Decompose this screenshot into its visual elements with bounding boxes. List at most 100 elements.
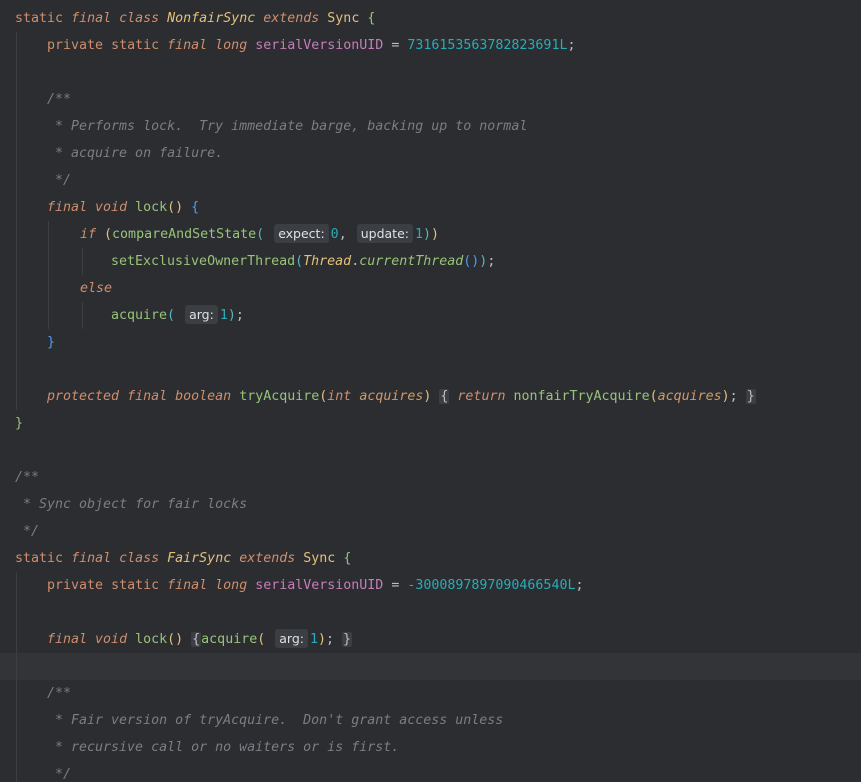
method-call: nonfairTryAcquire [513,389,650,404]
paren: ( [649,389,658,404]
number-literal: 0 [330,227,339,242]
keyword: extends [263,11,320,26]
number-literal: 1 [414,227,423,242]
keyword: boolean [175,389,232,404]
paren: ) [721,389,730,404]
paren: ) [431,227,440,242]
code-line[interactable]: /** [0,680,861,707]
code-line[interactable]: */ [0,518,861,545]
keyword: static [111,38,160,53]
indent-guide [16,626,17,653]
method-name: lock [135,632,168,647]
parens: () [463,254,480,269]
method-call: acquire [111,308,168,323]
class-name: FairSync [167,551,232,566]
class-name: Sync [327,11,360,26]
folded-brace[interactable]: } [342,632,353,647]
paren: ) [318,632,327,647]
class-name: NonfairSync [167,11,256,26]
code-line[interactable]: if (compareAndSetState( expect: 0, update… [0,221,861,248]
doc-comment: */ [47,173,72,188]
operator: = [383,38,408,53]
doc-comment: /** [47,92,72,107]
indent-guide [16,113,17,140]
keyword: extends [239,551,296,566]
code-line[interactable]: /** [0,464,861,491]
code-line[interactable]: protected final boolean tryAcquire (int a… [0,383,861,410]
code-line[interactable]: final void lock() { [0,194,861,221]
doc-comment: * Fair version of tryAcquire. Don't gran… [47,713,504,728]
code-line[interactable]: * recursive call or no waiters or is fir… [0,734,861,761]
code-line[interactable] [0,356,861,383]
current-line[interactable] [0,653,861,680]
class-name: Thread [303,254,352,269]
code-line[interactable]: * Sync object for fair locks [0,491,861,518]
keyword: static [15,551,64,566]
indent-guide [16,707,17,734]
code-line[interactable]: */ [0,167,861,194]
folded-brace[interactable]: { [191,632,202,647]
code-line[interactable]: /** [0,86,861,113]
code-line[interactable]: * acquire on failure. [0,140,861,167]
keyword: void [95,200,128,215]
keyword: return [457,389,506,404]
parens: () [167,632,184,647]
dot: . [351,254,360,269]
indent-guide [16,59,17,86]
code-line[interactable]: private static final long serialVersionU… [0,572,861,599]
parameter-hint: update: [356,224,413,243]
number-literal: -3000897897090466540L [407,578,576,593]
method-name: tryAcquire [239,389,320,404]
semicolon: ; [235,308,244,323]
code-line[interactable]: setExclusiveOwnerThread(Thread.currentTh… [0,248,861,275]
indent-guide [16,140,17,167]
method-name: lock [135,200,168,215]
code-line[interactable] [0,437,861,464]
semicolon: ; [487,254,496,269]
code-line[interactable]: * Performs lock. Try immediate barge, ba… [0,113,861,140]
indent-guide [48,275,49,302]
code-line[interactable]: static final class NonfairSync extends S… [0,5,861,32]
code-line[interactable]: static final class FairSync extends Sync… [0,545,861,572]
folded-brace[interactable]: { [439,389,450,404]
method-call: acquire [201,632,258,647]
code-line[interactable]: final void lock() {acquire( arg: 1); } [0,626,861,653]
semicolon: ; [567,38,576,53]
indent-guide [16,734,17,761]
indent-guide [16,221,17,248]
method-call: setExclusiveOwnerThread [111,254,296,269]
keyword: private [47,38,104,53]
indent-guide [16,383,17,410]
code-line[interactable]: else [0,275,861,302]
indent-guide [16,275,17,302]
folded-brace[interactable]: } [745,389,756,404]
keyword: class [119,11,160,26]
code-line[interactable]: } [0,329,861,356]
indent-guide [48,221,49,248]
code-line[interactable] [0,599,861,626]
code-line[interactable]: */ [0,761,861,782]
code-line[interactable]: acquire( arg: 1); [0,302,861,329]
code-line[interactable]: * Fair version of tryAcquire. Don't gran… [0,707,861,734]
code-line[interactable]: } [0,410,861,437]
keyword: static [15,11,64,26]
indent-guide [16,248,17,275]
brace: } [47,335,56,350]
paren: ) [423,227,432,242]
semicolon: ; [575,578,584,593]
indent-guide [16,653,17,680]
indent-guide [82,248,83,275]
keyword: class [119,551,160,566]
keyword: long [215,578,248,593]
code-line[interactable]: private static final long serialVersionU… [0,32,861,59]
parens: () [167,200,184,215]
keyword: final [167,578,208,593]
field-name: serialVersionUID [255,578,384,593]
operator: = [383,578,408,593]
paren: ( [256,227,265,242]
code-line[interactable] [0,59,861,86]
indent-guide [16,356,17,383]
code-editor[interactable]: static final class NonfairSync extends S… [0,0,861,782]
semicolon: ; [729,389,738,404]
brace: } [15,416,24,431]
